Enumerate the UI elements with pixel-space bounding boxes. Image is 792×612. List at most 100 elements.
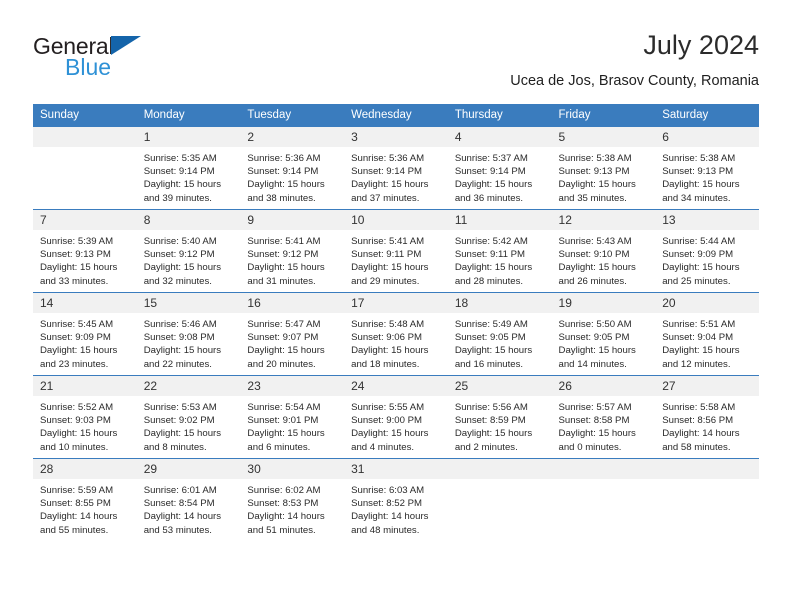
sunset-text: Sunset: 9:01 PM	[247, 415, 319, 427]
day-number: 12	[551, 210, 656, 230]
daylight-text-line1: Daylight: 15 hours	[351, 262, 429, 274]
daylight-text-line1: Daylight: 15 hours	[454, 428, 533, 440]
sunrise-text: Sunrise: 5:40 AM	[143, 236, 217, 247]
calendar-day-cell[interactable]: 3 Sunrise: 5:36 AM Sunset: 9:14 PM Daylight…	[344, 126, 448, 210]
sunset-text: Sunset: 9:14 PM	[247, 166, 319, 178]
calendar-day-cell[interactable]: 12 Sunrise: 5:43 AM Sunset: 9:10 PM Dayligh…	[551, 209, 656, 293]
title-block: July 2024 Ucea de Jos, Brasov County, Ro…	[510, 28, 759, 91]
calendar-day-cell[interactable]: 5 Sunrise: 5:38 AM Sunset: 9:13 PM Daylight…	[551, 126, 656, 210]
calendar-day-cell[interactable]: 1 Sunrise: 5:35 AM Sunset: 9:14 PM Daylight…	[136, 126, 241, 210]
calendar-day-cell[interactable]: 22 Sunrise: 5:53 AM Sunset: 9:02 PM Dayligh…	[136, 375, 241, 459]
daylight-text-line2: and 16 minutes.	[454, 358, 524, 370]
sunset-text: Sunset: 9:06 PM	[351, 332, 423, 344]
calendar-day-cell[interactable]: 19 Sunrise: 5:50 AM Sunset: 9:05 PM Dayligh…	[551, 292, 656, 376]
calendar-week-row: 21 Sunrise: 5:52 AM Sunset: 9:03 PM Dayligh…	[33, 375, 759, 459]
day-details: Sunrise: 5:56 AM Sunset: 8:59 PM Daylight:…	[448, 396, 552, 454]
general-blue-logo[interactable]: General Blue	[33, 34, 213, 90]
daylight-text-line1: Daylight: 14 hours	[662, 428, 740, 440]
daylight-text-line1: Daylight: 15 hours	[351, 428, 429, 440]
calendar-day-cell[interactable]: 30 Sunrise: 6:02 AM Sunset: 8:53 PM Dayligh…	[240, 458, 345, 545]
sunset-text: Sunset: 9:04 PM	[662, 332, 734, 344]
daylight-text-line1: Daylight: 15 hours	[247, 345, 325, 357]
day-details: Sunrise: 5:47 AM Sunset: 9:07 PM Daylight:…	[240, 313, 344, 371]
calendar-day-cell[interactable]: 6 Sunrise: 5:38 AM Sunset: 9:13 PM Daylight…	[655, 126, 759, 210]
calendar-day-cell[interactable]: 10 Sunrise: 5:41 AM Sunset: 9:11 PM Dayligh…	[344, 209, 448, 293]
sunrise-text: Sunrise: 5:35 AM	[143, 153, 217, 164]
calendar-day-cell[interactable]: 17 Sunrise: 5:48 AM Sunset: 9:06 PM Dayligh…	[344, 292, 448, 376]
sunset-text: Sunset: 9:12 PM	[247, 249, 319, 261]
sunset-text: Sunset: 9:13 PM	[40, 249, 111, 261]
calendar-day-cell[interactable]: 27 Sunrise: 5:58 AM Sunset: 8:56 PM Dayligh…	[655, 375, 759, 459]
day-number: 5	[551, 127, 656, 147]
day-details: Sunrise: 5:36 AM Sunset: 9:14 PM Daylight:…	[344, 147, 448, 205]
sunrise-text: Sunrise: 5:57 AM	[558, 402, 632, 413]
sunrise-text: Sunrise: 5:43 AM	[558, 236, 632, 247]
sunrise-text: Sunrise: 5:45 AM	[40, 319, 114, 330]
calendar-day-cell[interactable]: 8 Sunrise: 5:40 AM Sunset: 9:12 PM Daylight…	[136, 209, 241, 293]
calendar-day-cell[interactable]: 20 Sunrise: 5:51 AM Sunset: 9:04 PM Dayligh…	[655, 292, 759, 376]
daylight-text-line2: and 53 minutes.	[143, 524, 212, 536]
sunrise-text: Sunrise: 5:36 AM	[351, 153, 425, 164]
calendar-day-cell[interactable]: 28 Sunrise: 5:59 AM Sunset: 8:55 PM Dayligh…	[33, 458, 137, 545]
calendar-day-cell[interactable]: 25 Sunrise: 5:56 AM Sunset: 8:59 PM Dayligh…	[447, 375, 552, 459]
sunrise-text: Sunrise: 5:42 AM	[454, 236, 528, 247]
day-number: 26	[551, 376, 656, 396]
daylight-text-line2: and 0 minutes.	[558, 441, 622, 453]
sunrise-text: Sunrise: 5:52 AM	[40, 402, 114, 413]
sunset-text: Sunset: 9:05 PM	[558, 332, 630, 344]
calendar-day-cell[interactable]: 13 Sunrise: 5:44 AM Sunset: 9:09 PM Dayligh…	[655, 209, 759, 293]
day-number: 13	[655, 210, 759, 230]
daylight-text-line2: and 20 minutes.	[247, 358, 316, 370]
day-number: 19	[551, 293, 656, 313]
calendar-day-cell[interactable]: 11 Sunrise: 5:42 AM Sunset: 9:11 PM Dayligh…	[447, 209, 552, 293]
sunset-text: Sunset: 9:14 PM	[454, 166, 526, 178]
daylight-text-line1: Daylight: 15 hours	[662, 262, 740, 274]
day-number	[551, 459, 656, 479]
day-details: Sunrise: 5:39 AM Sunset: 9:13 PM Daylight:…	[33, 230, 137, 288]
day-details: Sunrise: 5:51 AM Sunset: 9:04 PM Daylight:…	[655, 313, 759, 371]
sunrise-text: Sunrise: 5:48 AM	[351, 319, 425, 330]
daylight-text-line2: and 14 minutes.	[558, 358, 627, 370]
sunset-text: Sunset: 9:02 PM	[143, 415, 215, 427]
calendar-day-cell[interactable]: 21 Sunrise: 5:52 AM Sunset: 9:03 PM Dayligh…	[33, 375, 137, 459]
daylight-text-line1: Daylight: 15 hours	[40, 345, 118, 357]
calendar-day-cell[interactable]: 4 Sunrise: 5:37 AM Sunset: 9:14 PM Daylight…	[447, 126, 552, 210]
day-number: 15	[136, 293, 241, 313]
calendar-day-cell[interactable]: 23 Sunrise: 5:54 AM Sunset: 9:01 PM Dayligh…	[240, 375, 345, 459]
day-number: 9	[240, 210, 345, 230]
daylight-text-line2: and 48 minutes.	[351, 524, 420, 536]
day-number: 16	[240, 293, 345, 313]
calendar-day-cell[interactable]: 15 Sunrise: 5:46 AM Sunset: 9:08 PM Dayligh…	[136, 292, 241, 376]
daylight-text-line1: Daylight: 15 hours	[247, 428, 325, 440]
daylight-text-line2: and 26 minutes.	[558, 275, 627, 287]
day-details: Sunrise: 5:46 AM Sunset: 9:08 PM Daylight:…	[137, 313, 241, 371]
daylight-text-line1: Daylight: 15 hours	[454, 345, 533, 357]
day-details: Sunrise: 5:55 AM Sunset: 9:00 PM Daylight:…	[344, 396, 448, 454]
calendar-day-cell-empty	[447, 458, 552, 545]
calendar-day-cell[interactable]: 26 Sunrise: 5:57 AM Sunset: 8:58 PM Dayligh…	[551, 375, 656, 459]
calendar-day-cell[interactable]: 24 Sunrise: 5:55 AM Sunset: 9:00 PM Dayligh…	[344, 375, 448, 459]
calendar-day-cell[interactable]: 14 Sunrise: 5:45 AM Sunset: 9:09 PM Dayligh…	[33, 292, 137, 376]
day-details: Sunrise: 5:35 AM Sunset: 9:14 PM Daylight:…	[137, 147, 241, 205]
weekday-header-cell: Sunday	[33, 104, 137, 127]
day-details: Sunrise: 5:44 AM Sunset: 9:09 PM Daylight:…	[655, 230, 759, 288]
sunrise-text: Sunrise: 5:59 AM	[40, 485, 114, 496]
sunset-text: Sunset: 8:59 PM	[454, 415, 526, 427]
calendar-day-cell[interactable]: 7 Sunrise: 5:39 AM Sunset: 9:13 PM Daylight…	[33, 209, 137, 293]
calendar-day-cell[interactable]: 9 Sunrise: 5:41 AM Sunset: 9:12 PM Daylight…	[240, 209, 345, 293]
day-details	[33, 147, 137, 152]
daylight-text-line2: and 6 minutes.	[247, 441, 311, 453]
day-number: 30	[240, 459, 345, 479]
calendar-day-cell[interactable]: 16 Sunrise: 5:47 AM Sunset: 9:07 PM Dayligh…	[240, 292, 345, 376]
calendar-day-cell[interactable]: 29 Sunrise: 6:01 AM Sunset: 8:54 PM Dayligh…	[136, 458, 241, 545]
day-number: 7	[33, 210, 137, 230]
daylight-text-line2: and 55 minutes.	[40, 524, 109, 536]
daylight-text-line1: Daylight: 15 hours	[558, 179, 636, 191]
calendar-day-cell[interactable]: 31 Sunrise: 6:03 AM Sunset: 8:52 PM Dayligh…	[344, 458, 448, 545]
daylight-text-line2: and 28 minutes.	[454, 275, 524, 287]
sunset-text: Sunset: 9:03 PM	[40, 415, 111, 427]
daylight-text-line1: Daylight: 15 hours	[40, 262, 118, 274]
daylight-text-line1: Daylight: 15 hours	[247, 179, 325, 191]
calendar-day-cell[interactable]: 2 Sunrise: 5:36 AM Sunset: 9:14 PM Daylight…	[240, 126, 345, 210]
calendar-day-cell[interactable]: 18 Sunrise: 5:49 AM Sunset: 9:05 PM Dayligh…	[447, 292, 552, 376]
